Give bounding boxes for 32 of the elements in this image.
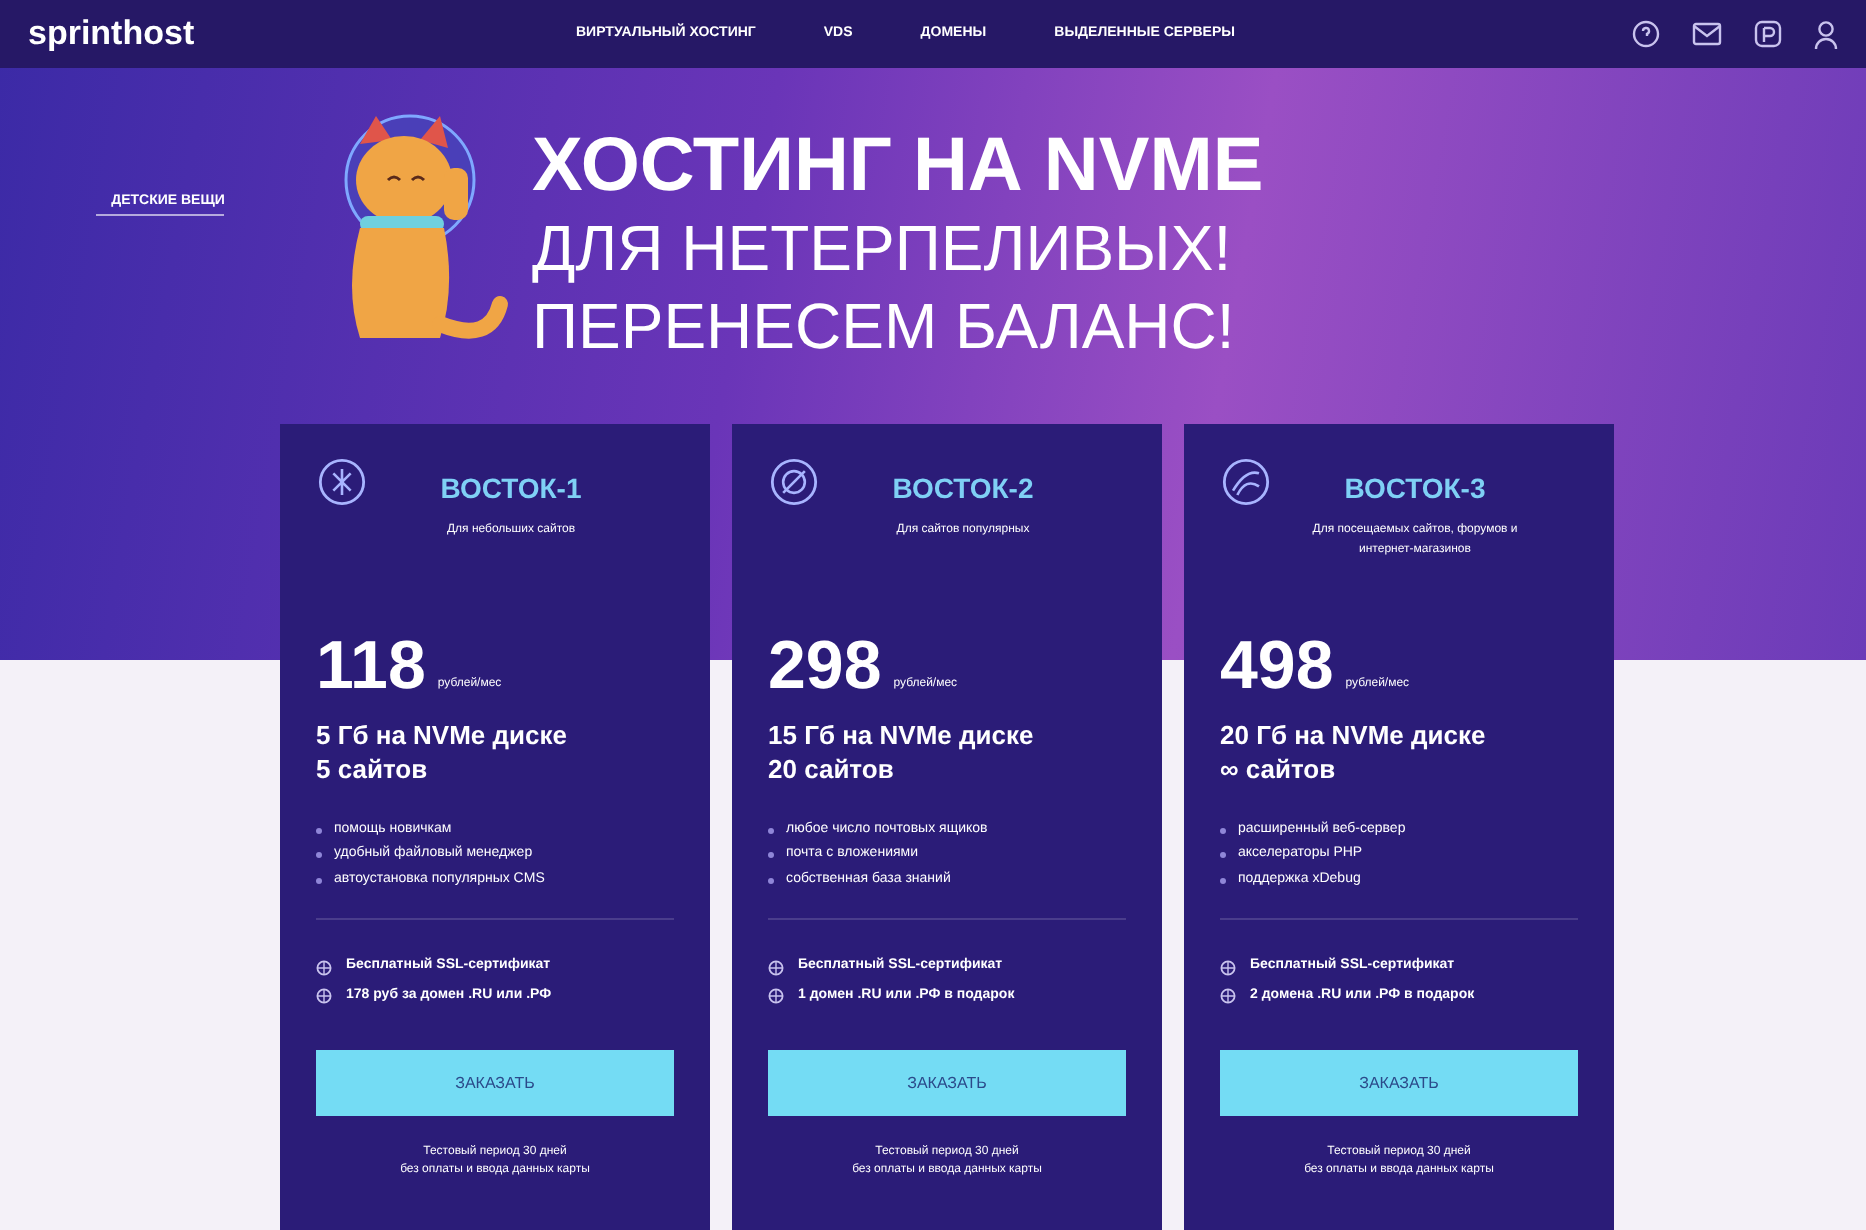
plan-name: ВОСТОК-3	[1344, 470, 1486, 508]
help-icon[interactable]	[1632, 20, 1660, 48]
plan-icon	[768, 456, 820, 508]
plan-icon	[316, 456, 368, 508]
plan-price: 498	[1220, 632, 1334, 700]
bullet-icon	[1220, 852, 1226, 859]
plan-icon	[1220, 456, 1272, 508]
bullet-icon	[316, 877, 322, 884]
user-icon[interactable]	[1814, 19, 1838, 49]
bullet-icon	[1220, 877, 1226, 884]
bullet-icon	[316, 852, 322, 859]
bullet-icon	[316, 827, 322, 834]
order-button[interactable]: ЗАКАЗАТЬ	[316, 1050, 674, 1117]
bullet-icon	[768, 852, 774, 859]
plan-price: 118	[316, 632, 426, 700]
bullet-icon	[1220, 827, 1226, 834]
plan-specs: 20 Гб на NVMe диске ∞ сайтов	[1220, 720, 1488, 788]
plan-specs: 5 Гб на NVMe диске 5 сайтов	[316, 720, 569, 788]
plan-name: ВОСТОК-2	[892, 470, 1034, 508]
order-button[interactable]: ЗАКАЗАТЬ	[1220, 1050, 1578, 1117]
hero-subtitle: ПЕРЕНЕСЕМ БАЛАНС!	[532, 294, 1237, 363]
chat-icon[interactable]	[1754, 20, 1782, 48]
plan-name: ВОСТОК-1	[440, 470, 582, 508]
logo[interactable]: sprinthost	[28, 8, 488, 60]
hero-title: ХОСТИНГ НА NVME	[532, 128, 1264, 208]
bullet-icon	[768, 827, 774, 834]
plan-price: 298	[768, 632, 882, 700]
plan-specs: 15 Гб на NVMe диске 20 сайтов	[768, 720, 1036, 788]
order-button[interactable]: ЗАКАЗАТЬ	[768, 1050, 1126, 1117]
mail-icon[interactable]	[1692, 22, 1722, 46]
hero-subtitle: ДЛЯ НЕТЕРПЕЛИВЫХ!	[532, 215, 1234, 283]
bullet-icon	[768, 877, 774, 884]
